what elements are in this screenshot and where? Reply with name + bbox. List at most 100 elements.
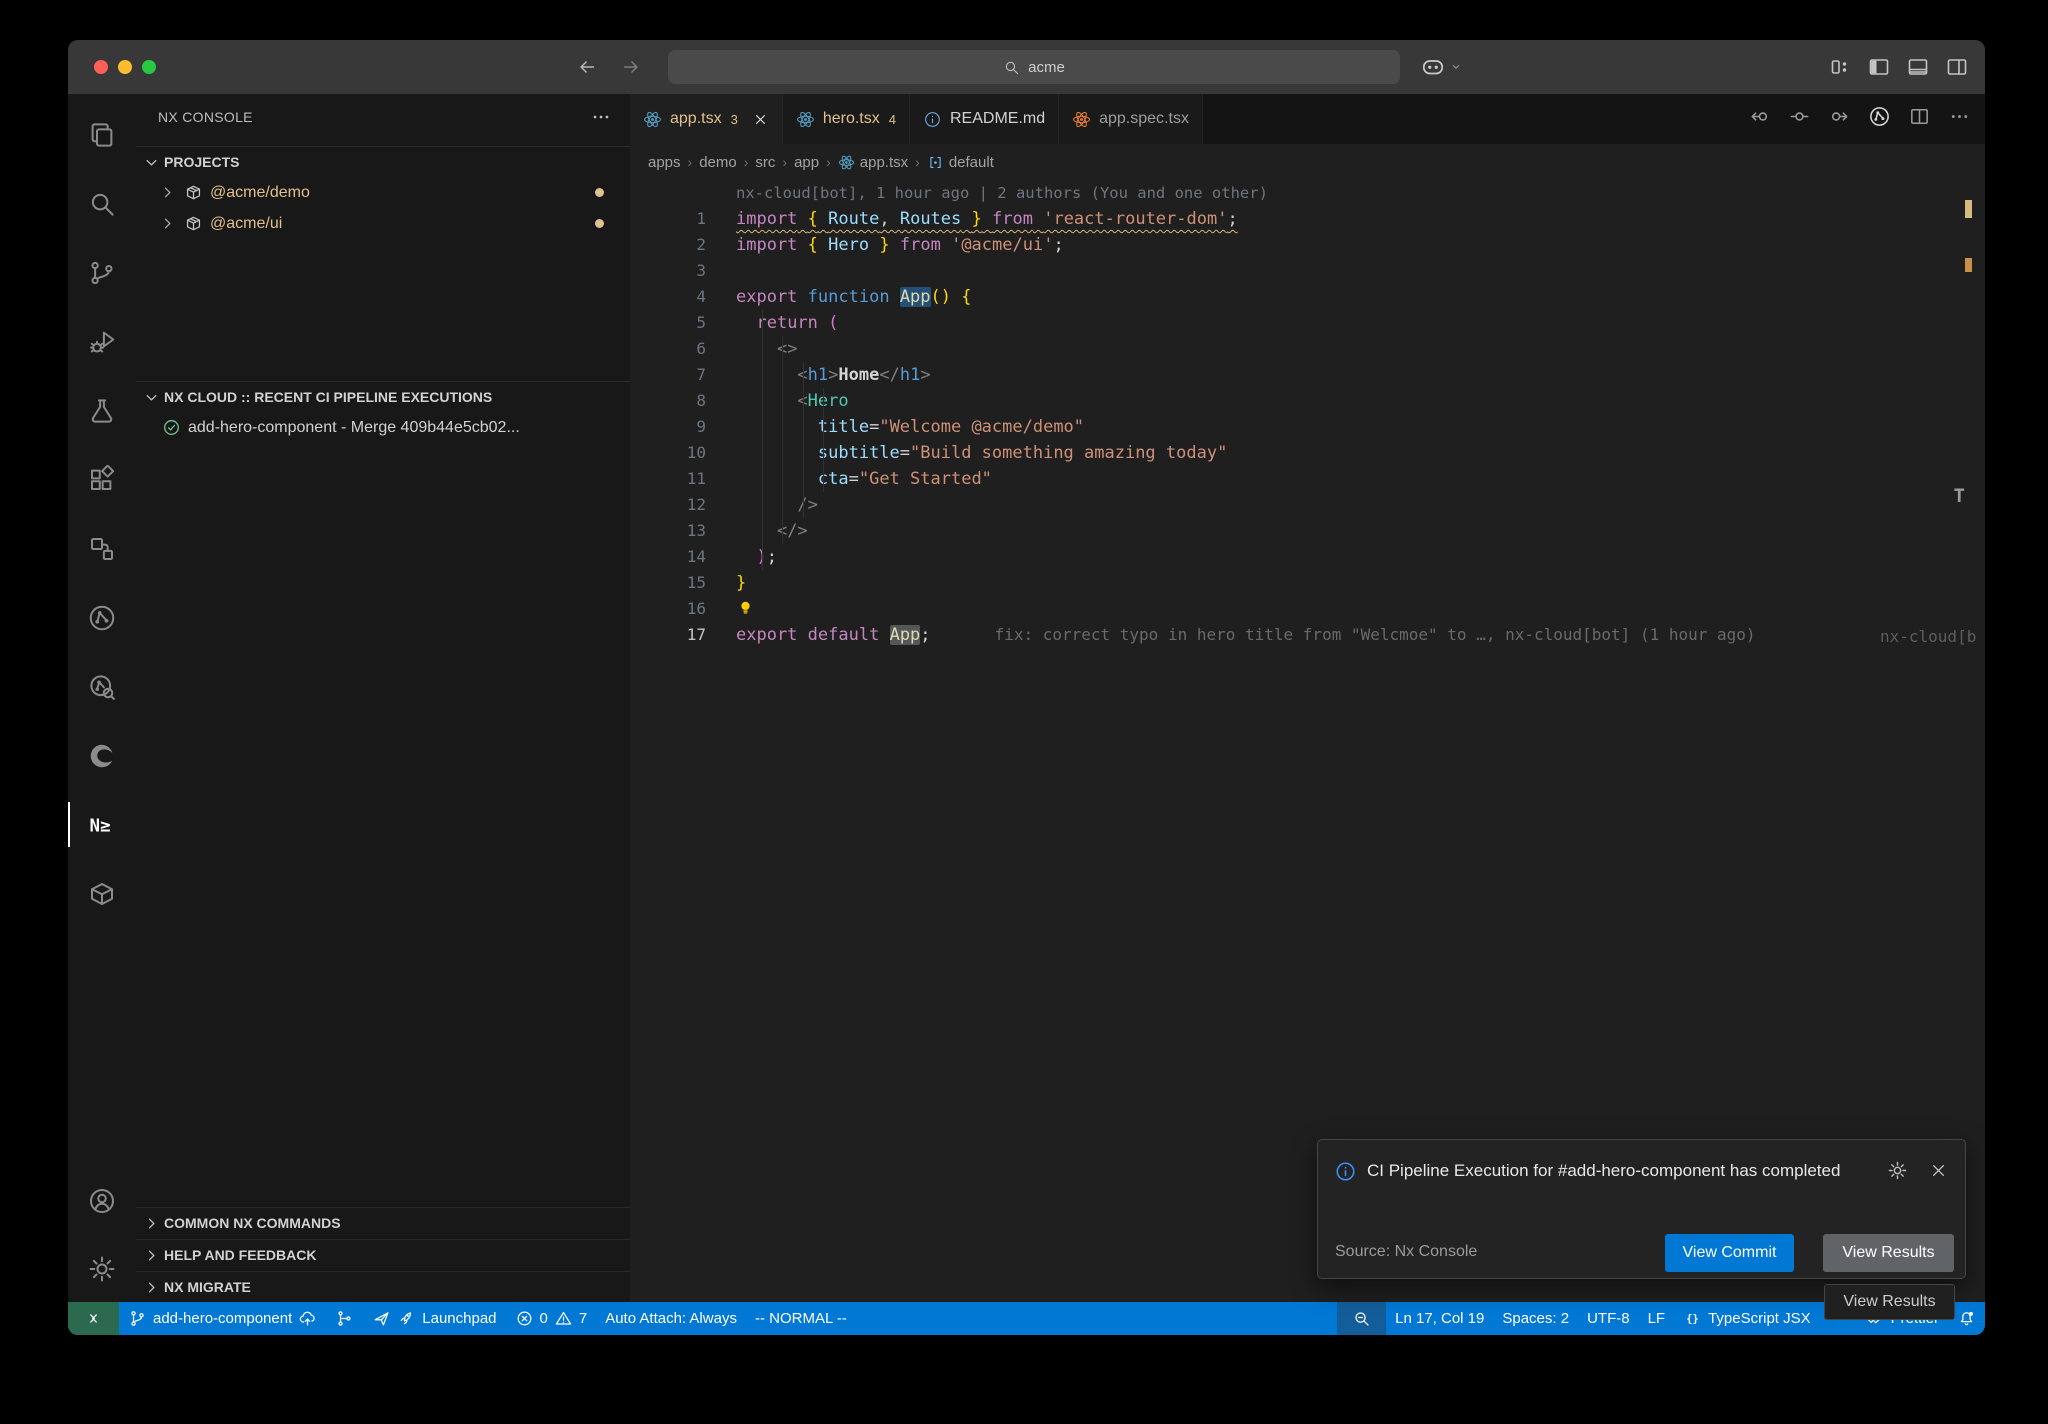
tab-label: hero.tsx bbox=[823, 110, 880, 128]
minimize-window-button[interactable] bbox=[118, 60, 132, 74]
activity-item-beaker[interactable] bbox=[68, 376, 136, 445]
toggle-secondary-sidebar-icon[interactable] bbox=[1945, 55, 1969, 79]
breadcrumb-item-demo[interactable]: demo bbox=[699, 154, 737, 171]
code-line-6: 6 <> bbox=[630, 336, 1985, 362]
code-line-content: import { Hero } from '@acme/ui'; bbox=[706, 232, 1064, 258]
status-encoding[interactable]: UTF-8 bbox=[1578, 1302, 1639, 1335]
account-icon bbox=[87, 1186, 117, 1216]
activity-item-gear[interactable] bbox=[68, 1252, 136, 1286]
view-results-button[interactable]: View Results bbox=[1823, 1234, 1954, 1272]
status-language-mode[interactable]: {}TypeScript JSX bbox=[1674, 1302, 1820, 1335]
status-auto-attach[interactable]: Auto Attach: Always bbox=[596, 1302, 746, 1335]
status-problems[interactable]: 07 bbox=[506, 1302, 597, 1335]
overflow-blame-text: nx-cloud[b bbox=[1880, 624, 1976, 650]
activity-item-nx[interactable]: N≥ bbox=[68, 790, 136, 859]
status-label: LF bbox=[1648, 1310, 1666, 1327]
status-zoom-indicator[interactable] bbox=[1337, 1302, 1386, 1335]
error-circle-icon bbox=[515, 1309, 534, 1328]
status-git-graph[interactable] bbox=[326, 1302, 363, 1335]
status-git-branch[interactable]: add-hero-component bbox=[119, 1302, 326, 1335]
breadcrumb-item-default[interactable]: default bbox=[927, 154, 994, 171]
section-header-common-nx-commands[interactable]: COMMON NX COMMANDS bbox=[136, 1208, 630, 1238]
tab-readme-md[interactable]: README.md bbox=[910, 94, 1059, 144]
editor-action-graph-circle[interactable] bbox=[1868, 105, 1891, 133]
breadcrumb-item-src[interactable]: src bbox=[755, 154, 775, 171]
chevron-down-icon bbox=[142, 388, 161, 407]
line-number: 8 bbox=[630, 388, 706, 414]
line-number: 2 bbox=[630, 232, 706, 258]
activity-item-search[interactable] bbox=[68, 169, 136, 238]
tab-app-spec-tsx[interactable]: app.spec.tsx bbox=[1059, 94, 1203, 144]
cloud-upload-icon bbox=[298, 1309, 317, 1328]
section-header-nx-migrate[interactable]: NX MIGRATE bbox=[136, 1272, 630, 1302]
customize-layout-icon[interactable] bbox=[1828, 55, 1852, 79]
code-line-17: 17export default App;fix: correct typo i… bbox=[630, 622, 1985, 648]
activity-item-refs[interactable] bbox=[68, 514, 136, 583]
close-window-button[interactable] bbox=[94, 60, 108, 74]
status-eol[interactable]: LF bbox=[1639, 1302, 1675, 1335]
view-commit-button[interactable]: View Commit bbox=[1665, 1234, 1794, 1272]
plane-icon bbox=[372, 1309, 391, 1328]
package-icon bbox=[184, 183, 203, 202]
line-number: 7 bbox=[630, 362, 706, 388]
activity-item-container[interactable] bbox=[68, 859, 136, 928]
package-icon bbox=[184, 214, 203, 233]
toggle-sidebar-icon[interactable] bbox=[1867, 55, 1891, 79]
line-number: 9 bbox=[630, 414, 706, 440]
code-line-content: } bbox=[706, 570, 746, 596]
breadcrumb-label: demo bbox=[699, 154, 737, 171]
activity-item-debug[interactable] bbox=[68, 307, 136, 376]
tab-app-tsx[interactable]: app.tsx3 bbox=[630, 94, 783, 144]
edge-icon bbox=[87, 741, 117, 771]
line-number: 14 bbox=[630, 544, 706, 570]
section-header-projects[interactable]: PROJECTS bbox=[136, 147, 630, 177]
section-header-help-and-feedback[interactable]: HELP AND FEEDBACK bbox=[136, 1240, 630, 1270]
editor-action-split-editor[interactable] bbox=[1908, 105, 1931, 133]
status-remote-indicator[interactable] bbox=[68, 1302, 119, 1335]
tab-problems-badge: 4 bbox=[889, 112, 896, 127]
more-actions-icon[interactable] bbox=[590, 106, 612, 128]
section-header-nx-cloud-recent-ci-pipeline-executions[interactable]: NX CLOUD :: RECENT CI PIPELINE EXECUTION… bbox=[136, 382, 630, 412]
sidebar-header: NX CONSOLE bbox=[136, 94, 630, 140]
forward-arrow-icon[interactable] bbox=[620, 56, 642, 78]
status-indentation[interactable]: Spaces: 2 bbox=[1493, 1302, 1578, 1335]
command-center-search[interactable]: acme bbox=[668, 50, 1400, 84]
editor-action-more[interactable] bbox=[1948, 105, 1971, 133]
indent-guide bbox=[803, 362, 804, 518]
status-cursor-position[interactable]: Ln 17, Col 19 bbox=[1386, 1302, 1493, 1335]
section-label: HELP AND FEEDBACK bbox=[164, 1247, 316, 1263]
notification-settings-gear-icon[interactable] bbox=[1887, 1160, 1908, 1181]
twistie-chevron-right-icon bbox=[158, 214, 177, 233]
status-launchpad[interactable]: Launchpad bbox=[363, 1302, 505, 1335]
activity-item-graph-circle[interactable] bbox=[68, 583, 136, 652]
tree-item[interactable]: @acme/demo bbox=[136, 177, 630, 208]
notification-close-icon[interactable] bbox=[1928, 1160, 1949, 1181]
graph-circle-icon bbox=[87, 603, 117, 633]
toggle-panel-icon[interactable] bbox=[1906, 55, 1930, 79]
activity-item-edge[interactable] bbox=[68, 721, 136, 790]
activity-item-files[interactable] bbox=[68, 100, 136, 169]
editor-action-nav-back[interactable] bbox=[1748, 105, 1771, 133]
breadcrumb-item-app[interactable]: app bbox=[794, 154, 819, 171]
search-icon bbox=[1003, 59, 1020, 76]
tree-item[interactable]: @acme/ui bbox=[136, 208, 630, 239]
activity-item-account[interactable] bbox=[68, 1184, 136, 1218]
status-vim-mode[interactable]: -- NORMAL -- bbox=[746, 1302, 856, 1335]
activity-item-scm[interactable] bbox=[68, 238, 136, 307]
extensions-icon bbox=[87, 465, 117, 495]
breadcrumb-item-apps[interactable]: apps bbox=[648, 154, 681, 171]
activity-item-gitlens[interactable] bbox=[68, 652, 136, 721]
copilot-menu[interactable] bbox=[1420, 54, 1464, 80]
tab-react-icon bbox=[1072, 110, 1091, 129]
maximize-window-button[interactable] bbox=[142, 60, 156, 74]
back-arrow-icon[interactable] bbox=[576, 56, 598, 78]
code-editor[interactable]: nx-cloud[bot], 1 hour ago | 2 authors (Y… bbox=[630, 180, 1985, 1302]
editor-action-nav-forward[interactable] bbox=[1828, 105, 1851, 133]
tab-hero-tsx[interactable]: hero.tsx 4 bbox=[783, 94, 910, 144]
tree-item[interactable]: add-hero-component - Merge 409b44e5cb02.… bbox=[136, 412, 630, 443]
editor-action-nav-circle[interactable] bbox=[1788, 105, 1811, 133]
activity-item-extensions[interactable] bbox=[68, 445, 136, 514]
breadcrumb-item-app-tsx[interactable]: app.tsx bbox=[838, 154, 908, 171]
svg-text:N≥: N≥ bbox=[90, 816, 111, 836]
overview-ruler-mark bbox=[1965, 258, 1972, 272]
